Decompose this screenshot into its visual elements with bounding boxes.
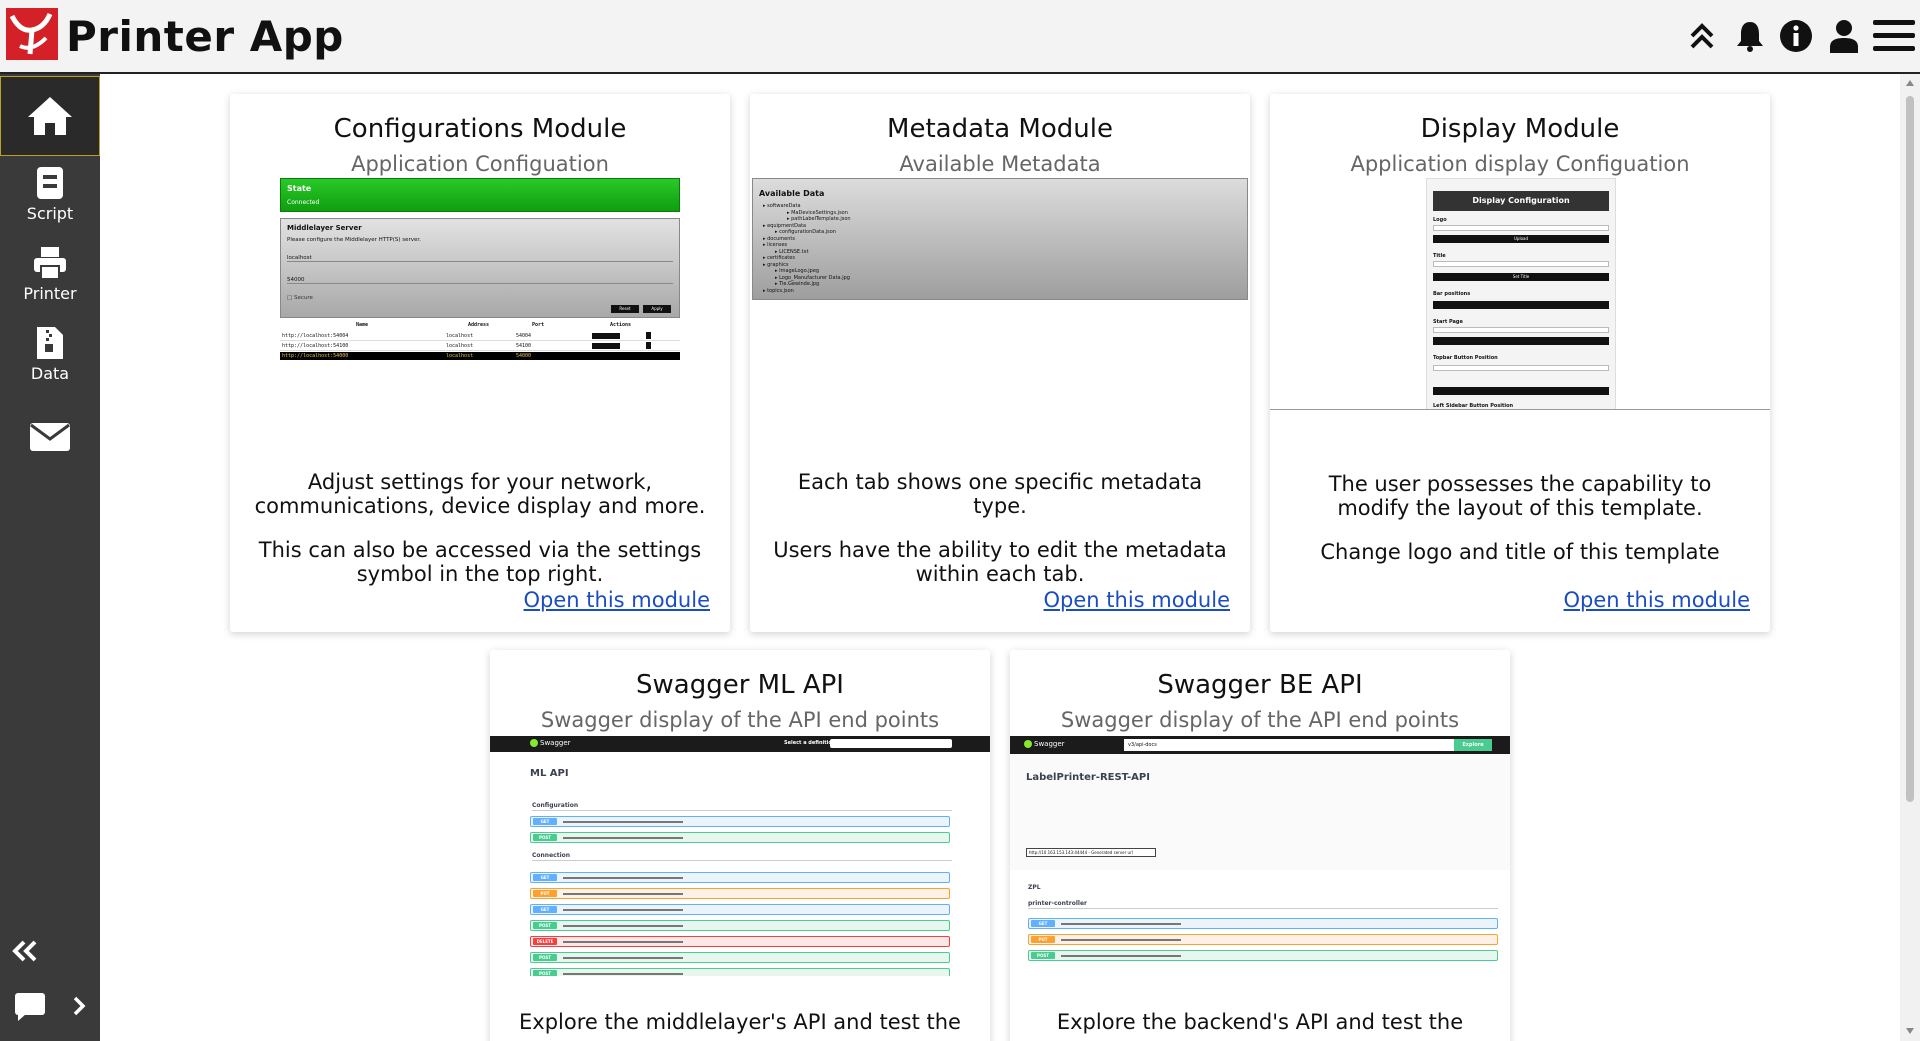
card-description: The user possesses the capability to mod… bbox=[1320, 472, 1720, 564]
script-icon bbox=[37, 167, 63, 199]
card-title: Swagger ML API bbox=[636, 670, 844, 700]
configurations-module-card: Configurations Module Application Config… bbox=[230, 94, 730, 632]
api-endpoint-row[interactable]: POST bbox=[530, 832, 950, 843]
chat-icon[interactable] bbox=[14, 992, 46, 1026]
configurations-preview-image: State Connected Middlelayer Server Pleas… bbox=[278, 178, 682, 378]
api-endpoint-row[interactable]: POST bbox=[530, 952, 950, 963]
card-description: Each tab shows one specific metadata typ… bbox=[773, 470, 1227, 586]
app-logo bbox=[6, 8, 58, 60]
card-title: Metadata Module bbox=[887, 114, 1113, 144]
open-module-link[interactable]: Open this module bbox=[1564, 588, 1750, 612]
bell-icon[interactable] bbox=[1732, 16, 1768, 56]
http-method-badge: GET bbox=[533, 874, 557, 881]
api-endpoint-row[interactable]: GET bbox=[530, 904, 950, 915]
hamburger-menu-icon[interactable] bbox=[1872, 16, 1916, 56]
metadata-tree-item: ▸ topics.json bbox=[763, 287, 794, 294]
mail-icon bbox=[30, 423, 70, 451]
display-preview-image: Display Configuration Logo Upload Title … bbox=[1270, 178, 1770, 410]
user-icon[interactable] bbox=[1826, 16, 1862, 56]
http-method-badge: GET bbox=[533, 818, 557, 825]
http-method-badge: POST bbox=[533, 954, 557, 961]
sidebar-item-printer[interactable]: Printer bbox=[0, 246, 100, 303]
metadata-module-card: Metadata Module Available Metadata Avail… bbox=[750, 94, 1250, 632]
data-file-icon bbox=[37, 327, 63, 359]
card-subtitle: Swagger display of the API end points bbox=[1060, 708, 1460, 732]
top-bar: Printer App bbox=[0, 0, 1920, 74]
swagger-be-preview-image: Swagger v3/api-docs Explore LabelPrinter… bbox=[1010, 736, 1510, 976]
main-content: Configurations Module Application Config… bbox=[100, 74, 1900, 1041]
vertical-scrollbar[interactable] bbox=[1900, 74, 1920, 1041]
card-description: Adjust settings for your network, commun… bbox=[254, 470, 706, 586]
display-module-card: Display Module Application display Confi… bbox=[1270, 94, 1770, 632]
api-endpoint-row[interactable]: GET bbox=[530, 816, 950, 827]
swagger-be-api-card: Swagger BE API Swagger display of the AP… bbox=[1010, 650, 1510, 1041]
card-description: Explore the middlelayer's API and test t… bbox=[519, 1010, 961, 1034]
app-title: Printer App bbox=[66, 12, 344, 61]
http-method-badge: POST bbox=[1031, 952, 1055, 959]
card-subtitle: Application display Configuation bbox=[1350, 152, 1690, 176]
api-endpoint-row[interactable]: GET bbox=[530, 872, 950, 883]
scrollbar-thumb[interactable] bbox=[1906, 96, 1914, 802]
api-endpoint-row[interactable]: GET bbox=[1028, 918, 1498, 929]
sidebar-item-mail[interactable] bbox=[0, 422, 100, 452]
api-endpoint-row[interactable]: POST bbox=[530, 920, 950, 931]
api-endpoint-row[interactable]: DELETE bbox=[530, 936, 950, 947]
sidebar-item-home[interactable] bbox=[0, 76, 100, 156]
card-subtitle: Swagger display of the API end points bbox=[540, 708, 940, 732]
metadata-preview-image: Available Data ▸ softwareData ▸ MaDeviceS… bbox=[752, 178, 1248, 300]
printer-icon bbox=[34, 247, 66, 280]
http-method-badge: POST bbox=[533, 922, 557, 929]
card-title: Swagger BE API bbox=[1157, 670, 1363, 700]
api-endpoint-row[interactable]: PUT bbox=[1028, 934, 1498, 945]
http-method-badge: GET bbox=[1031, 920, 1055, 927]
sidebar: Script Printer Data bbox=[0, 74, 100, 1041]
info-icon[interactable] bbox=[1778, 16, 1814, 56]
swagger-ml-preview-image: Swagger Select a definition ML API Confi… bbox=[490, 736, 990, 976]
api-endpoint-row[interactable]: POST bbox=[1028, 950, 1498, 961]
http-method-badge: POST bbox=[533, 834, 557, 841]
http-method-badge: POST bbox=[533, 970, 557, 976]
scroll-up-arrow-icon[interactable] bbox=[1906, 80, 1914, 86]
api-endpoint-row[interactable]: POST bbox=[530, 968, 950, 976]
sidebar-item-script[interactable]: Script bbox=[0, 166, 100, 223]
swagger-ml-api-card: Swagger ML API Swagger display of the AP… bbox=[490, 650, 990, 1041]
chevrons-up-icon[interactable] bbox=[1684, 16, 1720, 56]
card-title: Configurations Module bbox=[333, 114, 627, 144]
http-method-badge: PUT bbox=[533, 890, 557, 897]
open-module-link[interactable]: Open this module bbox=[1044, 588, 1230, 612]
chevron-right-icon[interactable] bbox=[72, 996, 86, 1020]
api-endpoint-row[interactable]: PUT bbox=[530, 888, 950, 899]
sidebar-item-data[interactable]: Data bbox=[0, 326, 100, 383]
collapse-double-left-icon[interactable] bbox=[12, 940, 38, 966]
http-method-badge: GET bbox=[533, 906, 557, 913]
http-method-badge: PUT bbox=[1031, 936, 1055, 943]
http-method-badge: DELETE bbox=[533, 938, 557, 945]
card-description: Explore the backend's API and test the bbox=[1056, 1010, 1464, 1034]
home-icon bbox=[28, 97, 72, 135]
card-title: Display Module bbox=[1420, 114, 1620, 144]
open-module-link[interactable]: Open this module bbox=[524, 588, 710, 612]
scroll-down-arrow-icon[interactable] bbox=[1906, 1028, 1914, 1034]
card-subtitle: Available Metadata bbox=[899, 152, 1101, 176]
card-subtitle: Application Configuation bbox=[351, 152, 609, 176]
